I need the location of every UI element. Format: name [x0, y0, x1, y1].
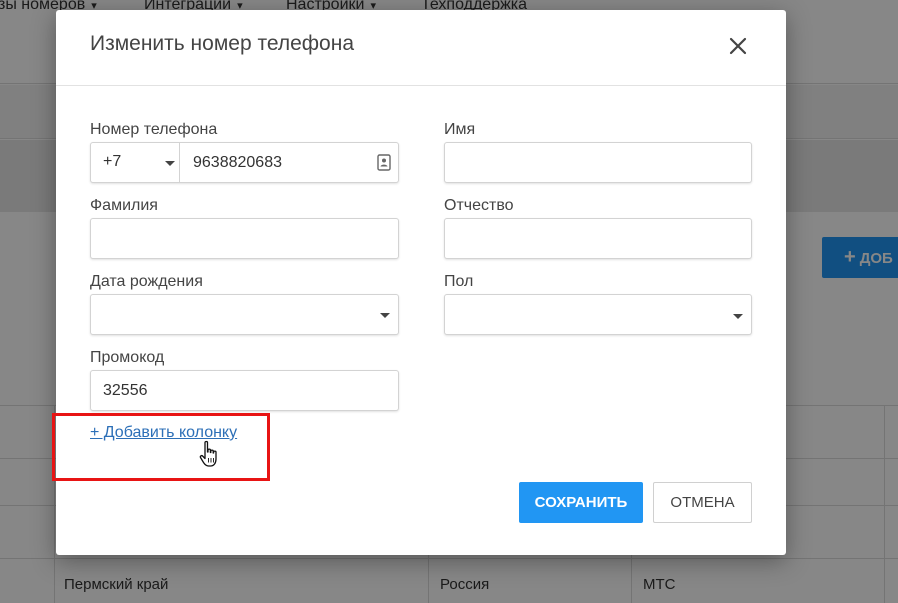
- country-code-select[interactable]: +7: [91, 143, 180, 182]
- phone-field-group: +7: [90, 142, 399, 183]
- gender-label: Пол: [444, 273, 474, 290]
- chevron-down-icon: [733, 314, 743, 319]
- close-icon: [729, 37, 747, 55]
- contact-card-icon[interactable]: [377, 154, 391, 171]
- dialog-header: Изменить номер телефона: [56, 10, 786, 86]
- dialog-title: Изменить номер телефона: [90, 32, 354, 55]
- middle-name-label: Отчество: [444, 197, 514, 214]
- gender-select[interactable]: [444, 294, 752, 335]
- middle-name-input[interactable]: [444, 218, 752, 259]
- save-button[interactable]: СОХРАНИТЬ: [519, 482, 643, 523]
- first-name-label: Имя: [444, 121, 476, 138]
- phone-label: Номер телефона: [90, 121, 218, 138]
- country-code-value: +7: [103, 153, 122, 170]
- cancel-button[interactable]: ОТМЕНА: [653, 482, 752, 523]
- first-name-input[interactable]: [444, 142, 752, 183]
- birth-date-label: Дата рождения: [90, 273, 203, 290]
- last-name-label: Фамилия: [90, 197, 158, 214]
- close-button[interactable]: [724, 32, 752, 60]
- hand-pointer-cursor-icon: [199, 440, 217, 467]
- edit-phone-dialog: Изменить номер телефона Номер телефона +…: [52, 10, 786, 555]
- chevron-down-icon: [380, 313, 390, 318]
- chevron-down-icon: [165, 161, 175, 166]
- birth-date-select[interactable]: [90, 294, 399, 335]
- promo-code-input[interactable]: [90, 370, 399, 411]
- phone-number-input[interactable]: [181, 143, 371, 182]
- last-name-input[interactable]: [90, 218, 399, 259]
- promo-code-label: Промокод: [90, 349, 165, 366]
